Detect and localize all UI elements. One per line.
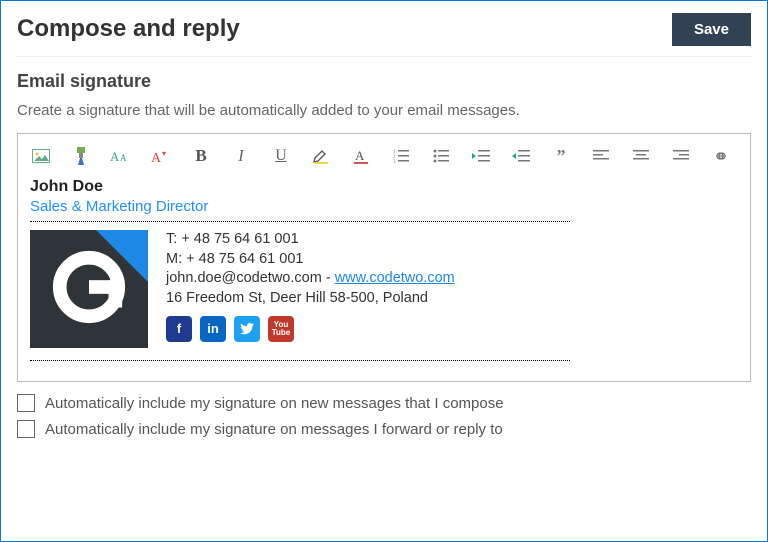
signature-options: Automatically include my signature on ne…: [17, 394, 751, 438]
signature-editor: AA A▾ B I U A 123: [17, 133, 751, 382]
settings-panel: Compose and reply Save Email signature C…: [0, 0, 768, 542]
align-left-icon[interactable]: [590, 146, 612, 166]
section-description: Create a signature that will be automati…: [17, 102, 751, 119]
linkedin-icon[interactable]: in: [200, 316, 226, 342]
youtube-icon[interactable]: You Tube: [268, 316, 294, 342]
editor-toolbar: AA A▾ B I U A 123: [28, 142, 740, 176]
company-logo: [30, 230, 148, 348]
option-include-reply: Automatically include my signature on me…: [17, 420, 751, 438]
font-color-icon[interactable]: A: [350, 146, 372, 166]
svg-text:A: A: [110, 149, 120, 164]
signature-name: John Doe: [30, 178, 738, 196]
quote-icon[interactable]: ”: [550, 146, 572, 166]
email-line: john.doe@codetwo.com - www.codetwo.com: [166, 269, 455, 289]
signature-role: Sales & Marketing Director: [30, 198, 738, 215]
svg-text:A: A: [151, 151, 162, 164]
insert-image-icon[interactable]: [30, 146, 52, 166]
twitter-icon[interactable]: [234, 316, 260, 342]
align-center-icon[interactable]: [630, 146, 652, 166]
section-title: Email signature: [17, 71, 751, 92]
bold-icon[interactable]: B: [190, 146, 212, 166]
social-icons: f in You Tube: [166, 316, 455, 342]
svg-text:A: A: [355, 148, 365, 163]
facebook-icon[interactable]: f: [166, 316, 192, 342]
save-button[interactable]: Save: [672, 13, 751, 46]
page-title: Compose and reply: [17, 15, 240, 43]
outdent-icon[interactable]: [470, 146, 492, 166]
mobile-line: M: + 48 75 64 61 001: [166, 250, 455, 270]
font-size-superscript-icon[interactable]: A▾: [150, 146, 172, 166]
indent-icon[interactable]: [510, 146, 532, 166]
contact-block: T: + 48 75 64 61 001 M: + 48 75 64 61 00…: [166, 230, 455, 342]
bulleted-list-icon[interactable]: [430, 146, 452, 166]
option-include-new: Automatically include my signature on ne…: [17, 394, 751, 412]
align-right-icon[interactable]: [670, 146, 692, 166]
insert-link-icon[interactable]: [710, 146, 732, 166]
svg-text:A: A: [120, 153, 127, 163]
numbered-list-icon[interactable]: 123: [390, 146, 412, 166]
header: Compose and reply Save: [17, 13, 751, 57]
highlight-icon[interactable]: [310, 146, 332, 166]
italic-icon[interactable]: I: [230, 146, 252, 166]
divider-bottom: [30, 360, 570, 361]
checkbox-include-new[interactable]: [17, 394, 35, 412]
svg-text:3: 3: [393, 160, 396, 163]
label-include-reply: Automatically include my signature on me…: [45, 421, 503, 438]
svg-text:▾: ▾: [162, 149, 166, 158]
address-line: 16 Freedom St, Deer Hill 58-500, Poland: [166, 289, 455, 309]
website-link[interactable]: www.codetwo.com: [335, 270, 455, 286]
divider-top: [30, 221, 570, 222]
format-painter-icon[interactable]: [70, 146, 92, 166]
phone-line: T: + 48 75 64 61 001: [166, 230, 455, 250]
label-include-new: Automatically include my signature on ne…: [45, 395, 504, 412]
font-size-icon[interactable]: AA: [110, 146, 132, 166]
signature-content[interactable]: John Doe Sales & Marketing Director T: +…: [28, 176, 740, 361]
underline-icon[interactable]: U: [270, 146, 292, 166]
checkbox-include-reply[interactable]: [17, 420, 35, 438]
